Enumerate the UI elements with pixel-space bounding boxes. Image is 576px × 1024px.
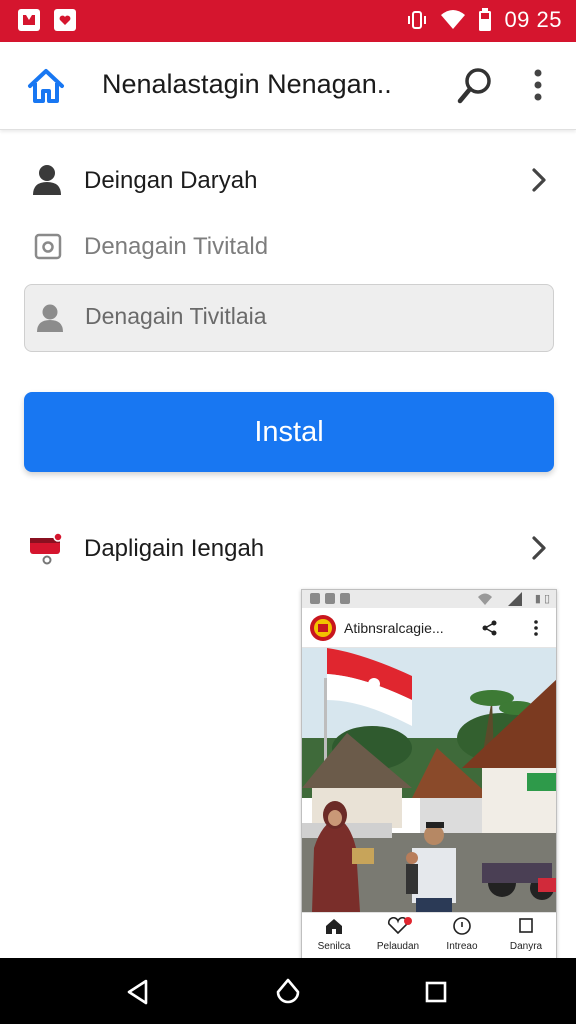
preview-photo <box>302 648 556 912</box>
profile-row-label: Deingan Daryah <box>84 167 258 194</box>
heart-icon <box>387 917 412 935</box>
preview-app-bar: Atibnsralcagie... <box>302 608 556 648</box>
preview-tab-home[interactable]: Senilca <box>302 917 366 952</box>
secondary-row[interactable]: Denagain Tivitald <box>0 216 576 276</box>
home-icon <box>326 919 342 934</box>
preview-more-icon[interactable] <box>532 620 540 636</box>
heart-app-icon <box>54 9 76 31</box>
home-circle-icon[interactable] <box>272 976 304 1008</box>
recents-icon[interactable] <box>420 976 452 1008</box>
preview-time: ▮ ▯ <box>534 593 550 605</box>
profile-row[interactable]: Deingan Daryah <box>0 150 576 210</box>
wifi-icon <box>441 10 466 29</box>
preview-signal-icon <box>508 592 522 606</box>
app-preview-card[interactable]: ▮ ▯ Atibnsralcagie... Senilca Pelaudan I… <box>301 589 557 961</box>
more-vert-icon[interactable] <box>526 68 550 104</box>
preview-tab-likes[interactable]: Pelaudan <box>366 917 430 952</box>
person-icon <box>37 304 63 332</box>
preview-bottom-nav: Senilca Pelaudan Intreao Danyra <box>302 912 556 960</box>
vibrate-icon <box>408 11 427 29</box>
square-icon <box>519 918 533 933</box>
preview-logo <box>310 615 336 641</box>
battery-icon <box>479 8 492 31</box>
search-icon[interactable] <box>456 66 494 106</box>
mailbox-row-label: Dapligain Iengah <box>84 535 265 562</box>
gallery-icon <box>18 9 40 31</box>
system-nav-bar <box>0 958 576 1024</box>
home-icon[interactable] <box>26 66 66 106</box>
install-button[interactable]: Instal <box>24 392 554 472</box>
camera-icon <box>34 233 62 260</box>
person-icon <box>33 165 61 195</box>
preview-wifi-icon <box>478 593 492 605</box>
page-title: Nenalastagin Nenagan.. <box>102 69 392 99</box>
chevron-right-icon <box>532 536 546 560</box>
chevron-right-icon <box>532 168 546 192</box>
compass-icon <box>453 917 471 935</box>
name-input-field[interactable]: Denagain Tivitlaia <box>24 284 554 352</box>
status-time: 09 25 <box>504 7 562 32</box>
preview-status-bar: ▮ ▯ <box>302 590 556 608</box>
name-input-value: Denagain Tivitlaia <box>85 303 267 329</box>
preview-tab-profile[interactable]: Danyra <box>494 917 556 952</box>
app-bar: Nenalastagin Nenagan.. <box>0 42 576 130</box>
mailbox-icon <box>30 532 63 565</box>
share-icon[interactable] <box>482 620 498 636</box>
preview-tab-explore[interactable]: Intreao <box>430 917 494 952</box>
secondary-row-label: Denagain Tivitald <box>84 233 269 260</box>
mailbox-row[interactable]: Dapligain Iengah <box>0 518 576 578</box>
preview-title: Atibnsralcagie... <box>344 620 444 636</box>
back-icon[interactable] <box>122 976 154 1008</box>
status-bar: 09 25 <box>0 0 576 42</box>
